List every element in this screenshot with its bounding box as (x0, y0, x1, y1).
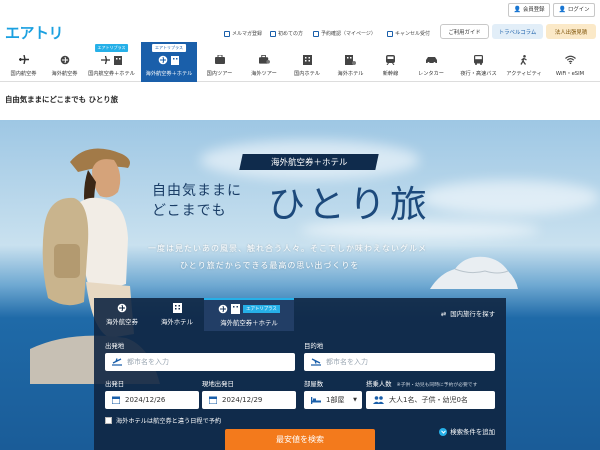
calendar-icon (209, 396, 217, 404)
guests-note: ※子供・幼児も同時に予約が必要です (396, 383, 478, 388)
travel-column-button[interactable]: トラベルコラム (492, 24, 543, 39)
member-register-button[interactable]: 👤 会員登録 (508, 3, 550, 17)
hero-badge: 海外航空券＋ホテル (239, 154, 379, 170)
landing-icon (311, 358, 321, 366)
nav-intl-air-hotel[interactable]: エアトリプラス 海外航空券＋ホテル (141, 42, 197, 82)
hero-title-line1: 自由気ままに (152, 183, 242, 199)
building-globe-icon (345, 54, 356, 65)
separate-hotel-dates-checkbox[interactable]: 海外ホテルは航空券と違う日程で予約 (105, 416, 221, 425)
plus-badge: エアトリプラス (94, 44, 129, 52)
calendar-icon (112, 396, 120, 404)
nav-intl-air[interactable]: 海外航空券 (47, 42, 82, 82)
car-icon (425, 55, 437, 64)
rock-island-image (430, 256, 518, 289)
site-header: エアトリ 👤 会員登録 👤 ログイン メルマガ登録 初めての方 予約確認（マイペ… (0, 0, 600, 84)
nav-domestic-hotel[interactable]: 国内ホテル (286, 42, 328, 82)
booking-check-link[interactable]: 予約確認（マイページ） (313, 30, 376, 37)
globe-plane-icon (59, 55, 70, 64)
first-time-link[interactable]: 初めての方 (270, 30, 303, 37)
bus-icon (473, 54, 484, 65)
hero-subtitle: ひとり旅だからできる最高の思い出づくりを (180, 261, 360, 270)
info-icon (270, 30, 276, 37)
page-title: 自由気ままにどこまでも ひとり旅 (5, 95, 118, 104)
return-date-label: 現地出発日 (202, 380, 234, 388)
calendar-icon (313, 30, 319, 37)
nav-domestic-air[interactable]: 国内航空券 (0, 42, 47, 82)
search-panel: 海外航空券 海外ホテル エアトリプラス 海外航空券＋ホテル ⇄ 国内旅行を探す … (94, 298, 506, 450)
hero-title-main: ひとり旅 (268, 183, 431, 226)
more-conditions-toggle[interactable]: 検索条件を追加 (439, 427, 495, 436)
rooms-label: 部屋数 (304, 380, 324, 388)
plane-hotel-icon (100, 55, 123, 65)
tab-intl-air[interactable]: 海外航空券 (94, 298, 150, 331)
suitcase-globe-icon (258, 55, 270, 64)
guests-label: 搭乗人数 ※子供・幼児も同時に予約が必要です (366, 380, 478, 388)
nav-rental-car[interactable]: レンタカー (408, 42, 454, 82)
building-icon (302, 54, 313, 65)
guests-input[interactable]: 大人1名、子供・幼児0名 (366, 391, 495, 409)
departure-label: 出発地 (105, 342, 125, 350)
depart-date-label: 出発日 (105, 380, 125, 388)
return-date-input[interactable]: 2024/12/29 (202, 391, 296, 409)
logo[interactable]: エアトリ (5, 22, 64, 43)
nav-domestic-air-hotel[interactable]: エアトリプラス 国内航空券＋ホテル (82, 42, 141, 82)
corporate-quote-button[interactable]: 法人出張見積 (546, 24, 596, 39)
nav-shinkansen[interactable]: 新幹線 (373, 42, 408, 82)
person-icon: 👤 (558, 6, 566, 13)
suitcase-icon (214, 55, 225, 64)
building-icon (172, 303, 182, 313)
hero-banner: 海外航空券＋ホテル 自由気ままに どこまでも ひとり旅 一度は見たいあの風景、触… (0, 120, 600, 450)
plane-icon (18, 55, 29, 64)
globe-hotel-icon (158, 55, 180, 65)
hero-subtitle: 一度は見たいあの風景、触れ合う人々。そこでしか味わえないグルメ (148, 244, 427, 253)
nav-activity[interactable]: アクティビティ (503, 42, 545, 82)
depart-date-input[interactable]: 2024/12/26 (105, 391, 199, 409)
globe-plane-icon (117, 303, 127, 313)
nav-intl-hotel[interactable]: 海外ホテル (328, 42, 373, 82)
nav-intl-tour[interactable]: 海外ツアー (242, 42, 286, 82)
chevron-down-icon (439, 427, 448, 436)
walker-icon (519, 54, 530, 65)
nav-wifi-esim[interactable]: WiFi・eSIM (545, 42, 595, 82)
nav-domestic-tour[interactable]: 国内ツアー (197, 42, 242, 82)
main-nav: 国内航空券 海外航空券 エアトリプラス 国内航空券＋ホテル エアトリプラス 海外… (0, 42, 600, 82)
departure-input[interactable]: 都市名を入力 (105, 353, 295, 371)
destination-input[interactable]: 都市名を入力 (304, 353, 495, 371)
plus-badge: エアトリプラス (243, 305, 280, 313)
user-guide-button[interactable]: ご利用ガイド (440, 24, 489, 39)
train-icon (385, 54, 396, 65)
plus-badge: エアトリプラス (152, 44, 186, 52)
domestic-travel-link[interactable]: ⇄ 国内旅行を探す (440, 309, 495, 319)
checkbox-box[interactable] (105, 417, 112, 424)
cloud (420, 180, 600, 215)
tab-intl-hotel[interactable]: 海外ホテル (150, 298, 204, 331)
cancel-link[interactable]: キャンセル受付 (387, 30, 430, 37)
bed-icon (311, 396, 321, 404)
nav-highway-bus[interactable]: 夜行・高速バス (454, 42, 503, 82)
cancel-icon (387, 30, 393, 37)
rooms-select[interactable]: 1部屋 ▼ (304, 391, 362, 409)
wifi-icon (564, 55, 576, 64)
globe-plane-icon (218, 304, 228, 314)
tab-intl-air-hotel[interactable]: エアトリプラス 海外航空券＋ホテル (204, 298, 294, 331)
people-icon (373, 396, 384, 404)
mail-icon (224, 30, 230, 37)
search-button[interactable]: 最安値を検索 (225, 429, 375, 450)
login-button[interactable]: 👤 ログイン (553, 3, 595, 17)
building-icon (231, 304, 241, 314)
swap-icon: ⇄ (440, 309, 447, 318)
destination-label: 目的地 (304, 342, 324, 350)
hero-title-line2: どこまでも (152, 203, 227, 219)
chevron-down-icon: ▼ (353, 397, 357, 403)
newsletter-link[interactable]: メルマガ登録 (224, 30, 262, 37)
takeoff-icon (112, 358, 122, 366)
person-plus-icon: 👤 (513, 6, 521, 13)
